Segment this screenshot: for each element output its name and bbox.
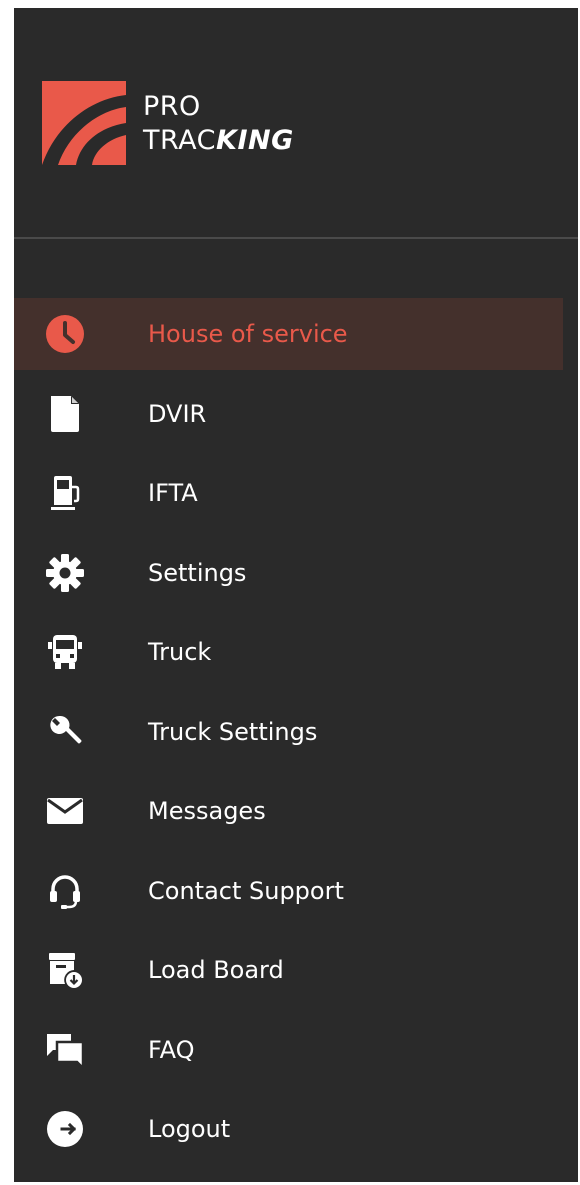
menu-item-truck[interactable]: Truck [14,616,563,688]
document-icon [45,394,85,434]
menu-item-label: House of service [148,320,348,348]
chat-bubbles-icon [45,1030,85,1070]
navigation-drawer: PRO TRACKING House of service DVIR IFTA … [14,8,578,1182]
logo-divider [14,237,578,239]
clock-icon [45,314,85,354]
menu-item-settings[interactable]: Settings [14,537,563,609]
menu-item-label: Settings [148,558,247,587]
menu-item-label: IFTA [148,479,198,507]
menu-item-label: FAQ [148,1035,195,1064]
menu-item-label: Logout [148,1115,231,1143]
wrench-icon [45,712,85,752]
logo-line-2-bold: KING [216,125,294,156]
logo-wordmark: PRO TRACKING [143,90,294,158]
menu-item-label: DVIR [148,399,207,428]
menu-item-dvir[interactable]: DVIR [14,378,563,450]
gear-icon [45,553,85,593]
envelope-icon [45,791,85,831]
menu-item-truck-settings[interactable]: Truck Settings [14,696,563,768]
load-board-icon [45,950,85,990]
menu-item-label: Messages [148,797,266,825]
menu-item-label: Truck [148,638,212,666]
logout-icon [45,1109,85,1149]
menu-item-messages[interactable]: Messages [14,775,563,847]
menu-item-label: Load Board [148,956,284,984]
menu-item-ifta[interactable]: IFTA [14,457,563,529]
menu-item-label: Contact Support [148,876,344,905]
menu-item-contact-support[interactable]: Contact Support [14,855,563,927]
logo-area: PRO TRACKING [14,8,578,238]
menu-item-faq[interactable]: FAQ [14,1014,563,1086]
menu-item-house-of-service[interactable]: House of service [14,298,563,370]
menu-item-load-board[interactable]: Load Board [14,934,563,1006]
fuel-pump-icon [45,473,85,513]
logo-line-2-regular: TRAC [143,125,217,156]
menu-item-label: Truck Settings [148,717,318,746]
menu-item-logout[interactable]: Logout [14,1093,563,1165]
logo-line-2: TRACKING [143,124,294,158]
nav-menu: House of service DVIR IFTA Settings Truc… [14,298,578,1173]
logo-line-1: PRO [143,91,201,122]
truck-icon [45,632,85,672]
pro-tracking-logo-icon [42,81,126,165]
headset-icon [45,871,85,911]
